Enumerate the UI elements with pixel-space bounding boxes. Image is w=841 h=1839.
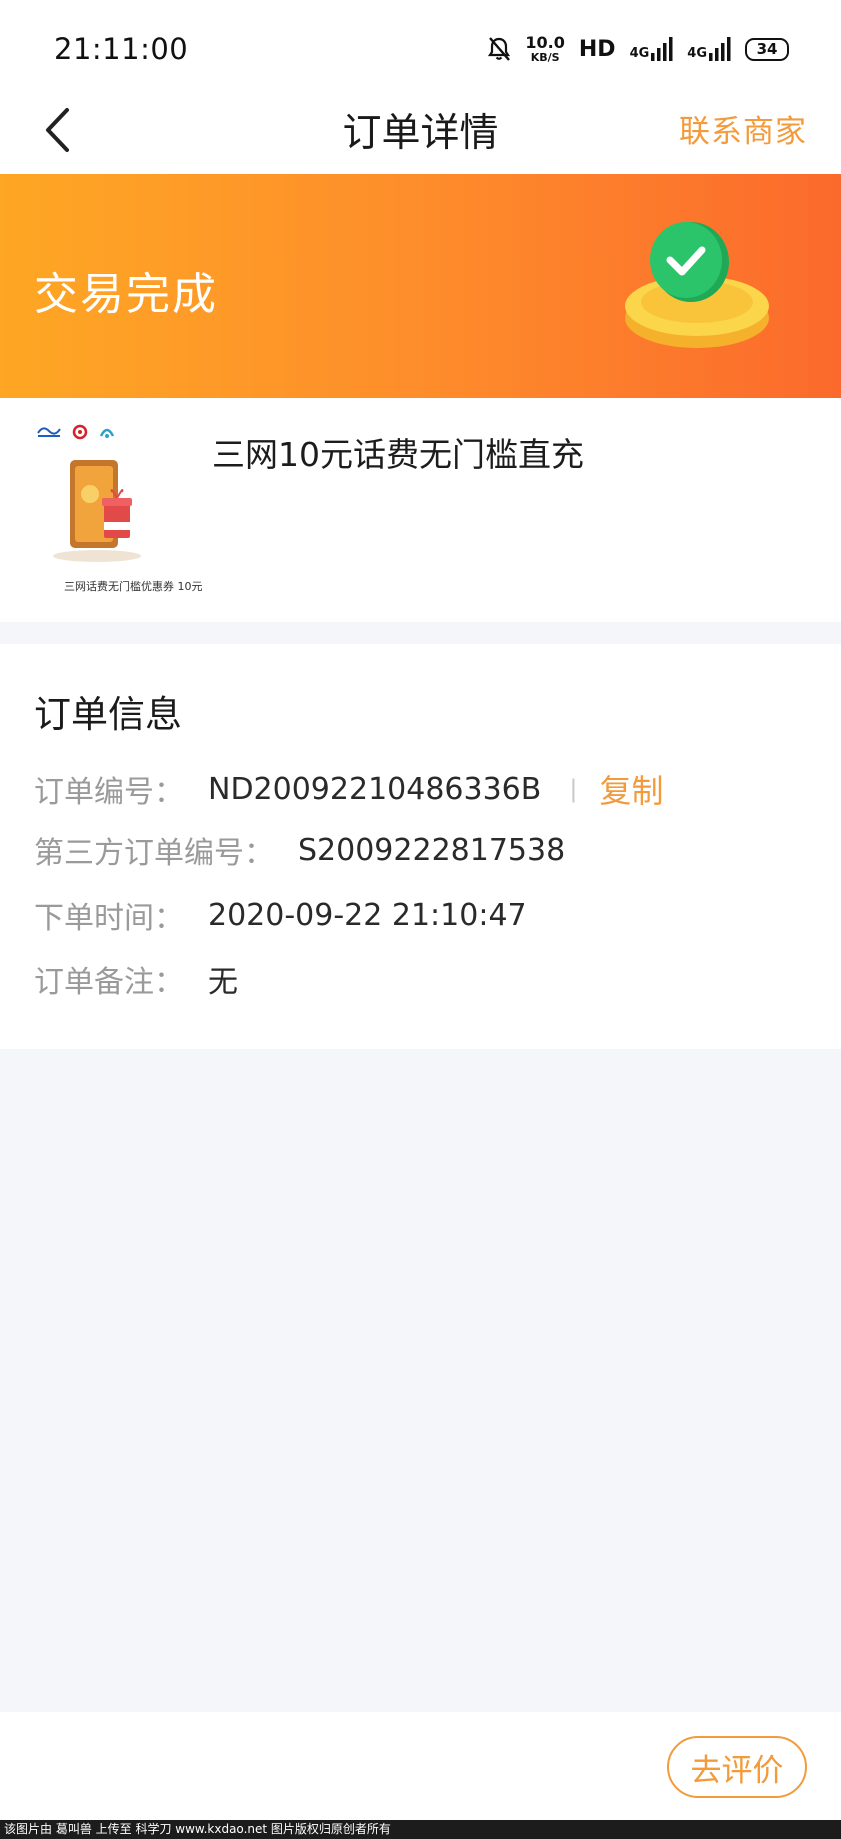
- order-number-label: 订单编号：: [34, 775, 184, 810]
- third-party-order-row: 第三方订单编号： S2009222817538: [34, 828, 565, 872]
- order-time-row: 下单时间： 2020-09-22 21:10:47: [34, 893, 527, 937]
- order-status-text: 交易完成: [34, 269, 218, 320]
- order-remark-row: 订单备注： 无: [34, 957, 238, 1001]
- order-number-value: ND20092210486336B: [208, 771, 542, 807]
- status-bar: 21:11:00 10.0 KB/S HD 4G 4G 34: [0, 0, 841, 88]
- signal-icon: [651, 37, 673, 61]
- review-button[interactable]: 去评价: [667, 1736, 807, 1798]
- phone-gift-illustration: [53, 460, 141, 562]
- net-speed-value: 10.0: [525, 33, 565, 52]
- bell-off-icon: [487, 36, 511, 62]
- order-info-card: 订单信息 订单编号： ND20092210486336B | 复制 第三方订单编…: [0, 644, 841, 1049]
- sim2-label: 4G: [687, 46, 707, 61]
- bottom-action-bar: 去评价: [0, 1712, 841, 1820]
- thumb-caption: 三网话费无门槛优惠券 10元: [64, 580, 203, 593]
- order-time-label: 下单时间：: [34, 901, 184, 936]
- third-party-order-value: S2009222817538: [298, 832, 566, 868]
- net-speed: 10.0 KB/S: [525, 33, 565, 64]
- signal-sim1: 4G: [630, 37, 674, 61]
- status-icons: 10.0 KB/S HD 4G 4G 34: [487, 34, 789, 64]
- contact-merchant-button[interactable]: 联系商家: [679, 106, 807, 151]
- third-party-order-label: 第三方订单编号：: [34, 836, 274, 871]
- product-title: 三网10元话费无门槛直充: [212, 435, 584, 474]
- order-info-heading: 订单信息: [34, 693, 182, 736]
- mobile-logo-icon: [99, 428, 115, 438]
- unicom-logo-icon: [72, 424, 88, 440]
- signal-icon: [709, 37, 731, 61]
- product-card[interactable]: 三网话费无门槛优惠券 10元 三网10元话费无门槛直充: [0, 398, 841, 622]
- product-thumbnail: 三网话费无门槛优惠券 10元: [34, 422, 203, 593]
- sim1-label: 4G: [629, 46, 650, 61]
- watermark-bar: 该图片由 葛叫兽 上传至 科学刀 www.kxdao.net 图片版权归原创者所…: [0, 1820, 841, 1839]
- check-coin-icon: [612, 218, 782, 362]
- order-remark-value: 无: [208, 965, 238, 1000]
- status-time: 21:11:00: [54, 32, 189, 66]
- order-number-row: 订单编号： ND20092210486336B | 复制: [34, 766, 663, 812]
- net-speed-unit: KB/S: [530, 51, 560, 64]
- status-banner: 交易完成: [0, 174, 841, 398]
- telecom-logo-icon: [37, 427, 61, 437]
- order-remark-label: 订单备注：: [34, 965, 184, 1000]
- signal-sim2: 4G: [687, 37, 731, 61]
- nav-bar: 订单详情 联系商家: [0, 88, 841, 174]
- hd-label: HD: [578, 36, 616, 62]
- copy-button[interactable]: 复制: [599, 766, 663, 812]
- order-time-value: 2020-09-22 21:10:47: [208, 897, 527, 933]
- battery-icon: 34: [745, 37, 789, 61]
- divider: |: [569, 775, 578, 803]
- carrier-logos: [36, 424, 116, 440]
